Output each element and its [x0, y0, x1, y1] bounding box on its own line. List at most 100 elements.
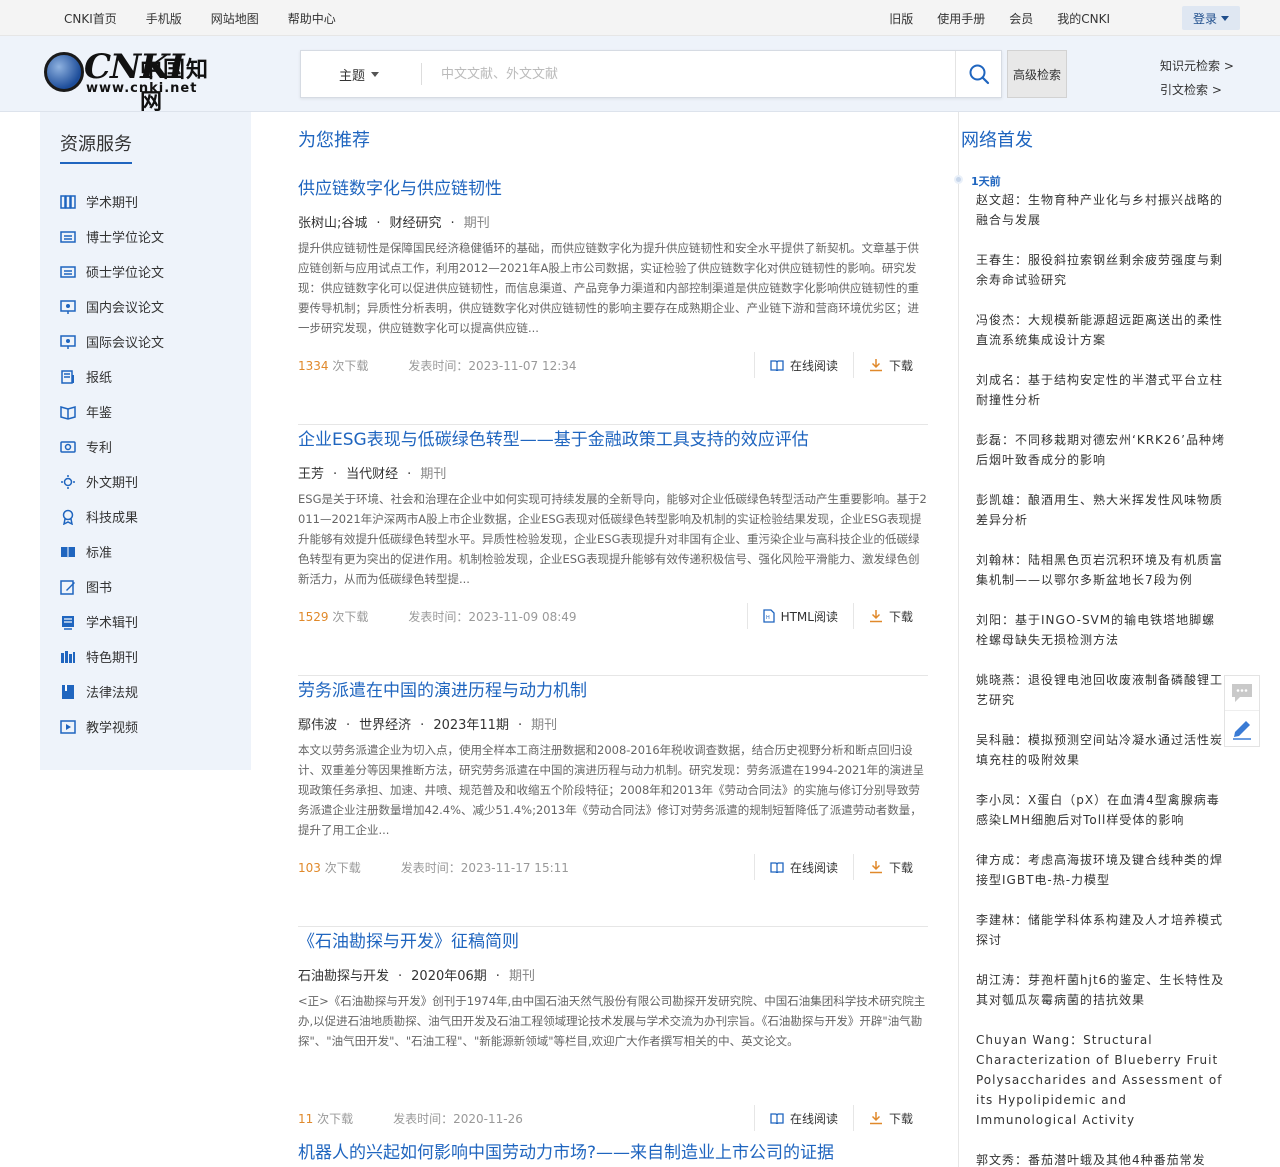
- article-author[interactable]: 鄢伟波: [298, 718, 337, 733]
- sidebar-item-featured-journal[interactable]: 特色期刊: [60, 639, 164, 674]
- list-item[interactable]: 李建林：储能学科体系构建及人才培养模式探讨: [976, 910, 1228, 970]
- sidebar-item-law[interactable]: 法律法规: [60, 674, 164, 709]
- search-button[interactable]: [955, 51, 1001, 97]
- link-knowledge-search[interactable]: 知识元检索 >: [1160, 54, 1234, 78]
- list-item[interactable]: 赵文超：生物育种产业化与乡村振兴战略的融合与发展: [976, 190, 1228, 250]
- download-button[interactable]: 下载: [852, 1105, 928, 1131]
- list-item[interactable]: 刘翰林：陆相黑色页岩沉积环境及有机质富集机制——以鄂尔多斯盆地长7段为例: [976, 550, 1228, 610]
- sidebar-item-label: 国际会议论文: [86, 336, 165, 351]
- sidebar-item-achievement[interactable]: 科技成果: [60, 499, 164, 534]
- article-title[interactable]: 劳务派遣在中国的演进历程与动力机制: [298, 676, 587, 701]
- quick-links: 知识元检索 > 引文检索 >: [1160, 54, 1234, 102]
- article-actions: 在线阅读 下载: [753, 852, 928, 882]
- chevron-down-icon: [371, 71, 380, 77]
- list-item[interactable]: 郭文秀：番茄潜叶蛾及其他4种番茄常发: [976, 1150, 1228, 1167]
- read-online-button[interactable]: 在线阅读: [753, 1105, 853, 1131]
- article-source[interactable]: 财经研究: [390, 216, 442, 231]
- lightbulb-icon: [60, 474, 76, 490]
- search-input[interactable]: [441, 59, 941, 89]
- article-item: 机器人的兴起如何影响中国劳动力市场?——来自制造业上市公司的证据: [298, 1138, 928, 1167]
- article-author[interactable]: 张树山;谷城: [298, 216, 367, 231]
- download-icon: [869, 1112, 882, 1125]
- link-my-cnki[interactable]: 我的CNKI: [1057, 10, 1110, 27]
- list-item[interactable]: 刘阳：基于INGO-SVM的输电铁塔地脚螺栓螺母缺失无损检测方法: [976, 610, 1228, 670]
- sidebar-item-academic-series[interactable]: 学术辑刊: [60, 604, 164, 639]
- sidebar-item-video[interactable]: 教学视频: [60, 709, 164, 744]
- list-item[interactable]: Chuyan Wang：Structural Characterization …: [976, 1030, 1228, 1150]
- search-field-select[interactable]: 主题: [339, 51, 380, 97]
- list-item[interactable]: 冯俊杰：大规模新能源超远距离送出的柔性直流系统集成设计方案: [976, 310, 1228, 370]
- download-button[interactable]: 下载: [852, 854, 928, 880]
- article-issue: 2020年06期: [411, 969, 487, 984]
- read-online-button[interactable]: 在线阅读: [753, 854, 853, 880]
- sidebar-item-master[interactable]: 硕士学位论文: [60, 254, 164, 289]
- list-item[interactable]: 彭凯雄：酿酒用生、熟大米挥发性风味物质差异分析: [976, 490, 1228, 550]
- download-button[interactable]: 下载: [852, 603, 928, 629]
- link-manual[interactable]: 使用手册: [937, 10, 985, 27]
- cnki-logo[interactable]: CNKI 中国知网 www.cnki.net: [44, 47, 224, 115]
- list-item[interactable]: 王春生：服役斜拉索钢丝剩余疲劳强度与剩余寿命试验研究: [976, 250, 1228, 310]
- article-title[interactable]: 供应链数字化与供应链韧性: [298, 174, 502, 199]
- header: CNKI 中国知网 www.cnki.net 主题 高级检索 知识元检索 > 引…: [0, 36, 1280, 115]
- sidebar-item-yearbook[interactable]: 年鉴: [60, 394, 164, 429]
- sidebar-item-doctoral[interactable]: 博士学位论文: [60, 219, 164, 254]
- sidebar-item-intl-conf[interactable]: 国际会议论文: [60, 324, 164, 359]
- article-stats: 11 次下载 发表时间：2020-11-26: [298, 1110, 523, 1127]
- sidebar-item-label: 图书: [86, 581, 113, 596]
- yearbook-icon: [60, 404, 76, 420]
- video-icon: [60, 719, 76, 735]
- login-button[interactable]: 登录: [1182, 6, 1240, 30]
- sidebar-item-journal[interactable]: 学术期刊: [60, 184, 164, 219]
- list-item[interactable]: 律方成：考虑高海拔环境及键合线种类的焊接型IGBT电-热-力模型: [976, 850, 1228, 910]
- feed-author: 冯俊杰：: [976, 313, 1029, 327]
- sidebar-item-newspaper[interactable]: 报纸: [60, 359, 164, 394]
- sidebar-item-patent[interactable]: 专利: [60, 429, 164, 464]
- link-cnki-home[interactable]: CNKI首页: [64, 10, 117, 27]
- edit-button[interactable]: [1225, 711, 1259, 746]
- link-citation-search[interactable]: 引文检索 >: [1160, 78, 1234, 102]
- list-item[interactable]: 彭磊：不同移栽期对德宏州‘KRK26’品种烤后烟叶致香成分的影响: [976, 430, 1228, 490]
- read-online-button[interactable]: 在线阅读: [753, 352, 853, 378]
- article-title[interactable]: 《石油勘探与开发》征稿简则: [298, 927, 519, 952]
- list-item[interactable]: 刘成名：基于结构安定性的半潜式平台立柱耐撞性分析: [976, 370, 1228, 430]
- read-label: 在线阅读: [789, 358, 838, 373]
- resource-sidebar: 资源服务 学术期刊 博士学位论文 硕士学位论文 国内会议论文 国际会议论文 报纸…: [40, 112, 251, 770]
- thesis-icon: [60, 264, 76, 280]
- article-source[interactable]: 当代财经: [346, 467, 398, 482]
- sidebar-item-label: 外文期刊: [86, 476, 139, 491]
- link-help[interactable]: 帮助中心: [288, 10, 336, 27]
- article-title[interactable]: 机器人的兴起如何影响中国劳动力市场?——来自制造业上市公司的证据: [298, 1138, 834, 1163]
- sidebar-item-domestic-conf[interactable]: 国内会议论文: [60, 289, 164, 324]
- article-item: 劳务派遣在中国的演进历程与动力机制 鄢伟波 · 世界经济 · 2023年11期 · 期刊 本…: [298, 676, 928, 927]
- article-source[interactable]: 石油勘探与开发: [298, 969, 389, 984]
- feed-title: 番茄潜叶蛾及其他4种番茄常发: [1028, 1153, 1206, 1167]
- sidebar-item-book[interactable]: 图书: [60, 569, 164, 604]
- list-item[interactable]: 吴科融：模拟预测空间站冷凝水通过活性炭填充柱的吸附效果: [976, 730, 1228, 790]
- sidebar-item-standard[interactable]: 标准: [60, 534, 164, 569]
- sidebar-item-foreign-journal[interactable]: 外文期刊: [60, 464, 164, 499]
- list-item[interactable]: 胡江涛：芽孢杆菌hjt6的鉴定、生长特性及其对瓠瓜灰霉病菌的拮抗效果: [976, 970, 1228, 1030]
- article-meta: 石油勘探与开发 · 2020年06期 · 期刊: [298, 969, 535, 984]
- list-item[interactable]: 李小凤：X蛋白（pX）在血清4型禽腺病毒感染LMH细胞后对Toll样受体的影响: [976, 790, 1228, 850]
- feed-author: 胡江涛：: [976, 973, 1029, 987]
- online-first-list: 赵文超：生物育种产业化与乡村振兴战略的融合与发展 王春生：服役斜拉索钢丝剩余疲劳…: [976, 190, 1228, 1167]
- download-button[interactable]: 下载: [852, 352, 928, 378]
- html-read-button[interactable]: H HTML阅读: [746, 603, 853, 629]
- feed-author: 李建林：: [976, 913, 1029, 927]
- list-item[interactable]: 姚晓燕：退役锂电池回收废液制备磷酸锂工艺研究: [976, 670, 1228, 730]
- feed-author: 彭凯雄：: [976, 493, 1029, 507]
- link-member[interactable]: 会员: [1009, 10, 1033, 27]
- article-title[interactable]: 企业ESG表现与低碳绿色转型——基于金融政策工具支持的效应评估: [298, 425, 809, 450]
- link-old-version[interactable]: 旧版: [889, 10, 913, 27]
- article-author[interactable]: 王芳: [298, 467, 324, 482]
- sidebar-item-label: 报纸: [86, 371, 113, 386]
- download-count: 103: [298, 861, 321, 875]
- article-source[interactable]: 世界经济: [359, 718, 411, 733]
- download-suffix: 次下载: [332, 359, 369, 373]
- link-sitemap[interactable]: 网站地图: [211, 10, 259, 27]
- book-icon: [770, 1113, 784, 1124]
- advanced-search-button[interactable]: 高级检索: [1007, 50, 1067, 98]
- link-mobile[interactable]: 手机版: [146, 10, 182, 27]
- feedback-button[interactable]: [1225, 676, 1259, 711]
- section-title: 为您推荐: [298, 130, 370, 151]
